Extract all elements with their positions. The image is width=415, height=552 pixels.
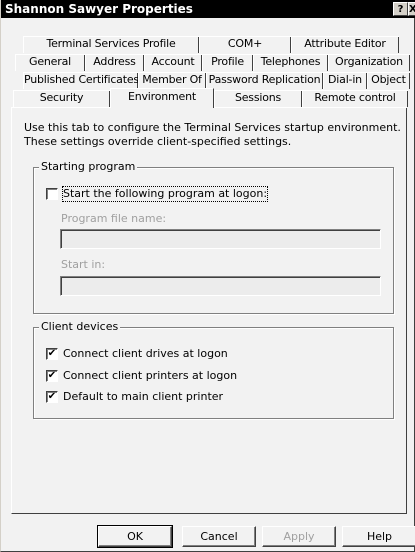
tab-row-3: Published Certificates Member Of Passwor… — [1, 72, 415, 89]
tab-row-4-edge-left — [13, 90, 110, 91]
tab-attribute-editor[interactable]: Attribute Editor — [291, 36, 399, 53]
properties-dialog: Shannon Sawyer Properties ? X Terminal S… — [0, 0, 415, 552]
tab-object[interactable]: Object — [367, 72, 410, 89]
tab-row-1: Terminal Services Profile COM+ Attribute… — [1, 36, 415, 53]
environment-description: Use this tab to configure the Terminal S… — [24, 121, 401, 148]
tab-general[interactable]: General — [15, 54, 85, 71]
tab-dial-in[interactable]: Dial-in — [323, 72, 367, 89]
connect-drives-label[interactable]: Connect client drives at logon — [63, 347, 228, 361]
tab-member-of[interactable]: Member Of — [138, 72, 206, 89]
start-in-input[interactable] — [60, 276, 381, 296]
start-program-checkbox[interactable] — [46, 188, 58, 200]
help-title-button[interactable]: ? — [393, 2, 408, 16]
tab-row-4-edge-right — [214, 90, 408, 91]
starting-program-title: Starting program — [39, 160, 138, 174]
program-file-name-input[interactable] — [60, 229, 381, 249]
default-printer-label[interactable]: Default to main client printer — [63, 390, 223, 404]
connect-printers-label[interactable]: Connect client printers at logon — [63, 369, 237, 383]
tab-environment[interactable]: Environment — [110, 88, 214, 108]
program-file-name-label: Program file name: — [61, 212, 167, 225]
tab-row-1-edge — [23, 36, 399, 37]
tab-organization[interactable]: Organization — [328, 54, 410, 71]
tab-row-2: General Address Account Profile Telephon… — [1, 54, 415, 71]
tab-account[interactable]: Account — [144, 54, 202, 71]
tab-row-2-edge — [15, 54, 410, 55]
tab-password-replication[interactable]: Password Replication — [206, 72, 323, 89]
help-button[interactable]: Help — [342, 526, 415, 547]
tab-profile[interactable]: Profile — [202, 54, 253, 71]
tab-row-4: Security Environment Sessions Remote con… — [1, 88, 415, 108]
tab-terminal-services-profile[interactable]: Terminal Services Profile — [23, 36, 199, 53]
default-printer-checkbox[interactable]: ✔ — [46, 391, 58, 403]
apply-button[interactable]: Apply — [262, 526, 336, 547]
connect-drives-checkbox[interactable]: ✔ — [46, 348, 58, 360]
close-title-button[interactable]: X — [408, 2, 415, 16]
tab-remote-control[interactable]: Remote control — [302, 90, 408, 107]
tab-com-plus[interactable]: COM+ — [199, 36, 291, 53]
tab-telephones[interactable]: Telephones — [253, 54, 328, 71]
start-program-label[interactable]: Start the following program at logon: — [61, 186, 269, 202]
ok-button[interactable]: OK — [97, 525, 173, 548]
connect-printers-checkbox[interactable]: ✔ — [46, 370, 58, 382]
client-devices-title: Client devices — [39, 320, 121, 334]
tab-security[interactable]: Security — [13, 90, 110, 107]
tab-address[interactable]: Address — [85, 54, 144, 71]
start-in-label: Start in: — [61, 258, 106, 271]
title-bar[interactable]: Shannon Sawyer Properties — [1, 0, 415, 18]
tab-sessions[interactable]: Sessions — [214, 90, 302, 107]
tab-published-certificates[interactable]: Published Certificates — [23, 72, 139, 89]
tab-row-3-edge — [23, 72, 410, 73]
cancel-button[interactable]: Cancel — [182, 526, 256, 547]
window-title: Shannon Sawyer Properties — [5, 2, 193, 16]
